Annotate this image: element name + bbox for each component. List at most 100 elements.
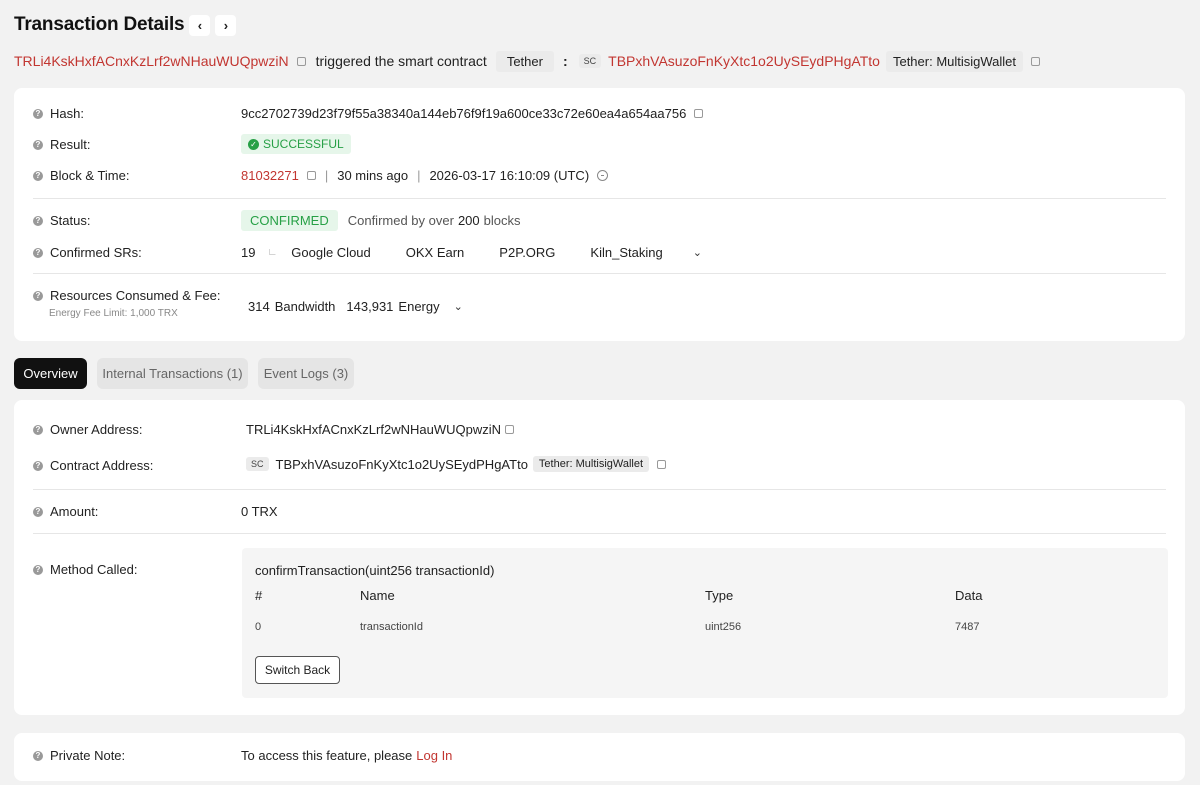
note-label: Private Note: xyxy=(50,748,126,763)
method-signature: confirmTransaction(uint256 transactionId… xyxy=(255,563,495,578)
help-icon[interactable]: ? xyxy=(33,247,43,258)
sr-item[interactable]: Kiln_Staking xyxy=(590,245,662,260)
resources-value-wrap: 314 Bandwidth 143,931 Energy ⌄ xyxy=(248,299,463,314)
help-icon[interactable]: ? xyxy=(33,170,43,181)
note-value-wrap: To access this feature, please Log In xyxy=(241,748,452,763)
copy-icon[interactable] xyxy=(296,56,306,66)
table-header: Data xyxy=(955,588,983,603)
hash-value: 9cc2702739d23f79f55a38340a144eb76f9f19a6… xyxy=(241,106,687,121)
sc-tag: SC xyxy=(246,457,269,471)
help-icon[interactable]: ? xyxy=(33,564,43,575)
method-label: Method Called: xyxy=(50,562,138,577)
sr-item[interactable]: P2P.ORG xyxy=(499,245,555,260)
energy-label: Energy xyxy=(398,299,440,314)
private-note-card: ? Private Note: To access this feature, … xyxy=(14,733,1185,781)
divider xyxy=(33,273,1166,274)
result-badge: ✓ SUCCESSFUL xyxy=(241,134,351,154)
contract-address[interactable]: TBPxhVAsuzoFnKyXtc1o2UySEydPHgATto xyxy=(276,457,528,472)
contract-label: Contract Address: xyxy=(50,458,154,473)
branch-icon: ∟ xyxy=(267,247,278,258)
help-icon[interactable]: ? xyxy=(33,290,43,301)
check-icon: ✓ xyxy=(248,138,259,150)
block-value-wrap: 81032271 | 30 mins ago | 2026-03-17 16:1… xyxy=(241,168,609,183)
method-details-panel: confirmTransaction(uint256 transactionId… xyxy=(242,548,1168,698)
table-header: # xyxy=(255,588,263,603)
bandwidth-value: 314 xyxy=(248,299,270,314)
sc-tag: SC xyxy=(578,54,602,68)
tab-overview[interactable]: Overview xyxy=(14,358,87,389)
tab-event-logs[interactable]: Event Logs (3) xyxy=(258,358,354,389)
divider xyxy=(33,533,1166,534)
next-transaction-button[interactable]: › xyxy=(215,14,237,36)
help-icon[interactable]: ? xyxy=(33,424,43,435)
energy-value: 143,931 xyxy=(346,299,394,314)
help-icon[interactable]: ? xyxy=(33,506,43,517)
table-cell: 0 xyxy=(255,621,262,633)
confirmed-blocks: 200 xyxy=(457,213,480,228)
from-address-link[interactable]: TRLi4KskHxfACnxKzLrf2wNHauWUQpwziN xyxy=(14,53,289,69)
separator: | xyxy=(417,168,421,183)
srs-count: 19 xyxy=(241,245,256,260)
resources-label-wrap: ? Resources Consumed & Fee: xyxy=(33,288,221,303)
amount-value: 0 TRX xyxy=(241,504,278,519)
hash-value-wrap: 9cc2702739d23f79f55a38340a144eb76f9f19a6… xyxy=(241,106,704,121)
help-icon[interactable]: ? xyxy=(33,215,43,226)
token-tag[interactable]: Tether xyxy=(495,50,554,72)
timezone-toggle-icon[interactable] xyxy=(597,170,609,181)
summary-card: ? Hash: 9cc2702739d23f79f55a38340a144eb7… xyxy=(14,88,1185,341)
tab-internal-transactions[interactable]: Internal Transactions (1) xyxy=(97,358,248,389)
result-label-wrap: ? Result: xyxy=(33,137,90,152)
header: Transaction Details ‹ › xyxy=(14,10,237,40)
block-label: Block & Time: xyxy=(50,168,130,183)
switch-back-button[interactable]: Switch Back xyxy=(255,656,340,684)
status-value-wrap: CONFIRMED Confirmed by over 200 blocks xyxy=(241,210,521,231)
copy-icon[interactable] xyxy=(1031,56,1041,66)
chevron-down-icon[interactable]: ⌄ xyxy=(454,300,463,313)
login-link[interactable]: Log In xyxy=(416,748,452,763)
help-icon[interactable]: ? xyxy=(33,460,43,471)
bandwidth-label: Bandwidth xyxy=(274,299,336,314)
note-text: To access this feature, please xyxy=(241,748,413,763)
chevron-down-icon[interactable]: ⌄ xyxy=(693,246,702,259)
contract-label-wrap: ? Contract Address: xyxy=(33,458,153,473)
sr-item[interactable]: OKX Earn xyxy=(406,245,465,260)
colon-separator: : xyxy=(562,53,568,69)
divider xyxy=(33,489,1166,490)
time-ago: 30 mins ago xyxy=(337,168,409,183)
confirmed-suffix: blocks xyxy=(483,213,521,228)
amount-label: Amount: xyxy=(50,504,99,519)
result-value: SUCCESSFUL xyxy=(263,137,344,151)
help-icon[interactable]: ? xyxy=(33,750,43,761)
owner-label-wrap: ? Owner Address: xyxy=(33,422,143,437)
transaction-summary-line: TRLi4KskHxfACnxKzLrf2wNHauWUQpwziN trigg… xyxy=(14,50,1041,72)
block-number-link[interactable]: 81032271 xyxy=(241,168,299,183)
divider xyxy=(33,198,1166,199)
block-label-wrap: ? Block & Time: xyxy=(33,168,129,183)
result-label: Result: xyxy=(50,137,91,152)
owner-address[interactable]: TRLi4KskHxfACnxKzLrf2wNHauWUQpwziN xyxy=(246,422,501,437)
separator: | xyxy=(324,168,329,183)
table-header: Name xyxy=(360,588,395,603)
help-icon[interactable]: ? xyxy=(33,108,43,119)
contract-name-tag: Tether: MultisigWallet xyxy=(885,50,1024,72)
copy-icon[interactable] xyxy=(657,459,667,469)
confirmed-prefix: Confirmed by over xyxy=(347,213,454,228)
copy-icon[interactable] xyxy=(505,425,514,434)
method-label-wrap: ? Method Called: xyxy=(33,562,137,577)
copy-icon[interactable] xyxy=(694,109,704,118)
contract-name-tag: Tether: MultisigWallet xyxy=(532,456,650,472)
status-label: Status: xyxy=(50,213,91,228)
contract-address-link[interactable]: TBPxhVAsuzoFnKyXtc1o2UySEydPHgATto xyxy=(608,53,880,69)
page-title: Transaction Details xyxy=(14,14,185,35)
copy-icon[interactable] xyxy=(306,171,316,180)
status-label-wrap: ? Status: xyxy=(33,213,90,228)
energy-fee-limit: Energy Fee Limit: 1,000 TRX xyxy=(49,308,178,319)
amount-label-wrap: ? Amount: xyxy=(33,504,98,519)
sr-item[interactable]: Google Cloud xyxy=(291,245,371,260)
owner-value-wrap: TRLi4KskHxfACnxKzLrf2wNHauWUQpwziN xyxy=(246,422,514,437)
srs-label: Confirmed SRs: xyxy=(50,245,142,260)
status-badge: CONFIRMED xyxy=(241,210,338,231)
help-icon[interactable]: ? xyxy=(33,139,43,150)
prev-transaction-button[interactable]: ‹ xyxy=(189,14,211,36)
contract-value-wrap: SC TBPxhVAsuzoFnKyXtc1o2UySEydPHgATto Te… xyxy=(246,456,667,472)
